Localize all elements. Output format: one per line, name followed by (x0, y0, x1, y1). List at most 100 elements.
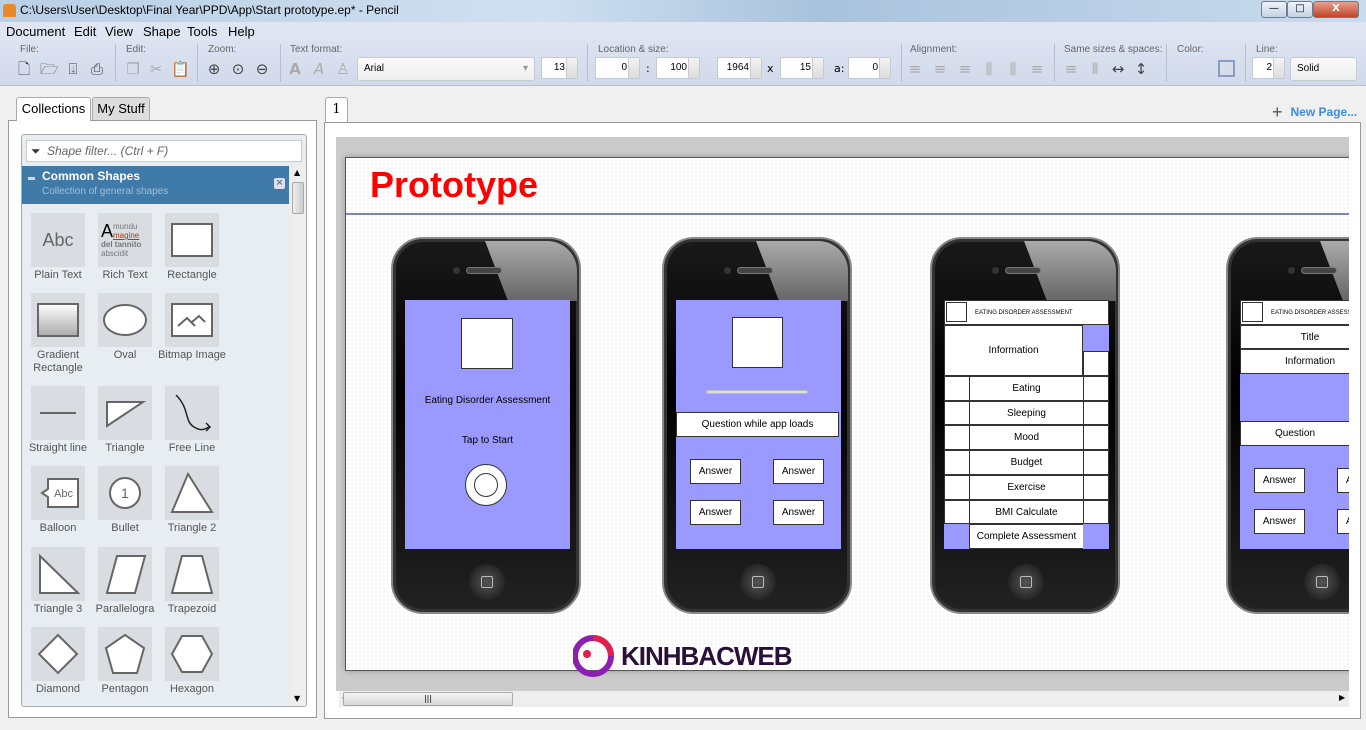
shape-balloon[interactable]: Abc Balloon (31, 466, 85, 535)
shape-plain-text[interactable]: Abc Plain Text (31, 213, 85, 282)
shape-list-scrollbar[interactable]: ▲ ▼ (290, 166, 306, 706)
phone-mockup-menu[interactable]: EATING DISORDER ASSESSMENT Information E… (930, 237, 1120, 614)
shape-parallelogram[interactable]: Parallelogra (96, 547, 154, 616)
shape-hexagon[interactable]: Hexagon (165, 627, 219, 696)
menu-edit[interactable]: Edit (74, 24, 96, 39)
print-icon[interactable]: ⎙ (88, 60, 106, 78)
menu-item-button[interactable]: Sleeping (969, 401, 1084, 425)
shape-filter-input[interactable]: ⏷ Shape filter... (Ctrl + F) (26, 140, 302, 162)
close-collection-icon[interactable]: × (274, 178, 285, 189)
start-button[interactable] (465, 464, 507, 506)
answer-button[interactable]: Answer (1337, 509, 1349, 534)
phone-mockup-question[interactable]: EATING DISORDER ASSESSMENT Title Informa… (1226, 237, 1349, 614)
prototype-title[interactable]: Prototype (370, 164, 538, 206)
answer-button[interactable]: Answer (773, 500, 824, 525)
menu-item-button[interactable]: Exercise (969, 475, 1084, 500)
cut-icon[interactable]: ✂ (147, 60, 165, 78)
stroke-color-button[interactable] (1218, 60, 1235, 77)
answer-button[interactable]: Answer (1337, 468, 1349, 493)
menu-help[interactable]: Help (228, 24, 255, 39)
bold-icon[interactable]: A (286, 60, 304, 78)
scroll-down-icon[interactable]: ▼ (294, 694, 300, 703)
question-box[interactable]: Question (1240, 421, 1349, 446)
same-vspace-icon[interactable]: ↕ (1132, 60, 1150, 78)
shape-bullet[interactable]: 1 Bullet (98, 466, 152, 535)
width-spinner[interactable]: 1964 (717, 57, 762, 79)
answer-button[interactable]: Answer (773, 459, 824, 484)
same-width-icon[interactable]: ≡ (1062, 60, 1080, 78)
align-left-icon[interactable]: ≡ (906, 60, 924, 78)
shape-triangle-2[interactable]: Triangle 2 (165, 466, 219, 535)
collapse-icon[interactable] (28, 177, 35, 180)
page[interactable]: Prototype Eating Disorder Assessment Tap… (345, 157, 1349, 671)
align-middle-icon[interactable]: ⫼ (1004, 60, 1022, 78)
save-icon[interactable]: ⍗ (64, 60, 82, 78)
zoom-actual-icon[interactable]: ⊙ (229, 60, 247, 78)
paste-icon[interactable]: 📋 (171, 60, 190, 78)
height-spinner[interactable]: 15 (780, 57, 824, 79)
answer-button[interactable]: Answer (1254, 468, 1305, 493)
menu-item-button[interactable]: Complete Assessment (969, 524, 1084, 549)
text-color-icon[interactable]: ♙ (334, 60, 352, 78)
answer-button[interactable]: Answer (690, 459, 741, 484)
shape-trapezoid[interactable]: Trapezoid (165, 547, 219, 616)
shape-oval[interactable]: Oval (98, 293, 152, 362)
y-spinner[interactable]: 100 (656, 57, 700, 79)
header-rule[interactable] (346, 213, 1349, 215)
shape-free-line[interactable]: Free Line (165, 386, 219, 455)
line-style-select[interactable]: Solid (1290, 57, 1357, 81)
menu-item-button[interactable]: Mood (969, 425, 1084, 450)
phone-mockup-start[interactable]: Eating Disorder Assessment Tap to Start (391, 237, 581, 614)
scroll-right-icon[interactable]: ▶ (1339, 693, 1345, 702)
tab-my-stuff[interactable]: My Stuff (92, 97, 150, 121)
same-height-icon[interactable]: ⦀ (1086, 60, 1104, 78)
align-right-icon[interactable]: ≡ (956, 60, 974, 78)
line-width-spinner[interactable]: 2 (1252, 57, 1285, 79)
copy-icon[interactable]: ❐ (124, 60, 142, 78)
shape-triangle-3[interactable]: Triangle 3 (31, 547, 85, 616)
shape-diamond[interactable]: Diamond (31, 627, 85, 696)
minimize-button[interactable]: — (1261, 1, 1287, 18)
shape-bitmap-image[interactable]: Bitmap Image (158, 293, 226, 362)
shape-rich-text[interactable]: Amundu magine del tannito abscidit Rich Text (98, 213, 152, 282)
align-bottom-icon[interactable]: ≡ (1028, 60, 1046, 78)
answer-button[interactable]: Answer (690, 500, 741, 525)
page-tab-1[interactable]: 1 (325, 97, 348, 123)
shape-triangle[interactable]: Triangle (98, 386, 152, 455)
x-spinner[interactable]: 0 (595, 57, 640, 79)
information-box[interactable]: Information (944, 325, 1083, 376)
zoom-in-icon[interactable]: ⊕ (205, 60, 223, 78)
logo-placeholder[interactable] (732, 317, 783, 368)
information-box[interactable]: Information (1240, 349, 1349, 374)
collection-header[interactable]: Common Shapes Collection of general shap… (22, 166, 289, 204)
shape-pentagon[interactable]: Pentagon (98, 627, 152, 696)
maximize-button[interactable]: □ (1287, 1, 1313, 18)
horizontal-scrollbar[interactable]: ◀ ||| ▶ (339, 691, 1349, 707)
title-box[interactable]: Title (1240, 325, 1349, 349)
menu-document[interactable]: Document (6, 24, 65, 39)
shape-rectangle[interactable]: Rectangle (165, 213, 219, 282)
phone-mockup-loading[interactable]: Question while app loads Answer Answer A… (662, 237, 852, 614)
angle-spinner[interactable]: 0 (848, 57, 891, 79)
answer-button[interactable]: Answer (1254, 509, 1305, 534)
new-document-icon[interactable]: 🗋 (15, 60, 33, 78)
close-button[interactable]: X (1313, 1, 1359, 18)
logo-placeholder[interactable] (461, 318, 513, 369)
menu-item-button[interactable]: BMI Calculate (969, 500, 1084, 524)
open-folder-icon[interactable]: 🗁 (40, 60, 59, 78)
italic-icon[interactable]: A (310, 60, 328, 78)
align-center-icon[interactable]: ≡ (931, 60, 949, 78)
scroll-thumb[interactable]: ||| (343, 692, 513, 706)
font-size-spinner[interactable]: 13 (541, 57, 578, 79)
tab-collections[interactable]: Collections (16, 97, 91, 121)
menu-item-button[interactable]: Eating (969, 376, 1084, 401)
menu-shape[interactable]: Shape (143, 24, 181, 39)
shape-straight-line[interactable]: Straight line (29, 386, 87, 455)
font-select[interactable]: Arial ▾ (357, 57, 535, 81)
zoom-out-icon[interactable]: ⊖ (253, 60, 271, 78)
align-top-icon[interactable]: ⫼ (980, 60, 998, 78)
menu-tools[interactable]: Tools (187, 24, 217, 39)
scroll-thumb[interactable] (292, 182, 304, 214)
menu-item-button[interactable]: Budget (969, 450, 1084, 475)
question-box[interactable]: Question while app loads (676, 412, 839, 437)
